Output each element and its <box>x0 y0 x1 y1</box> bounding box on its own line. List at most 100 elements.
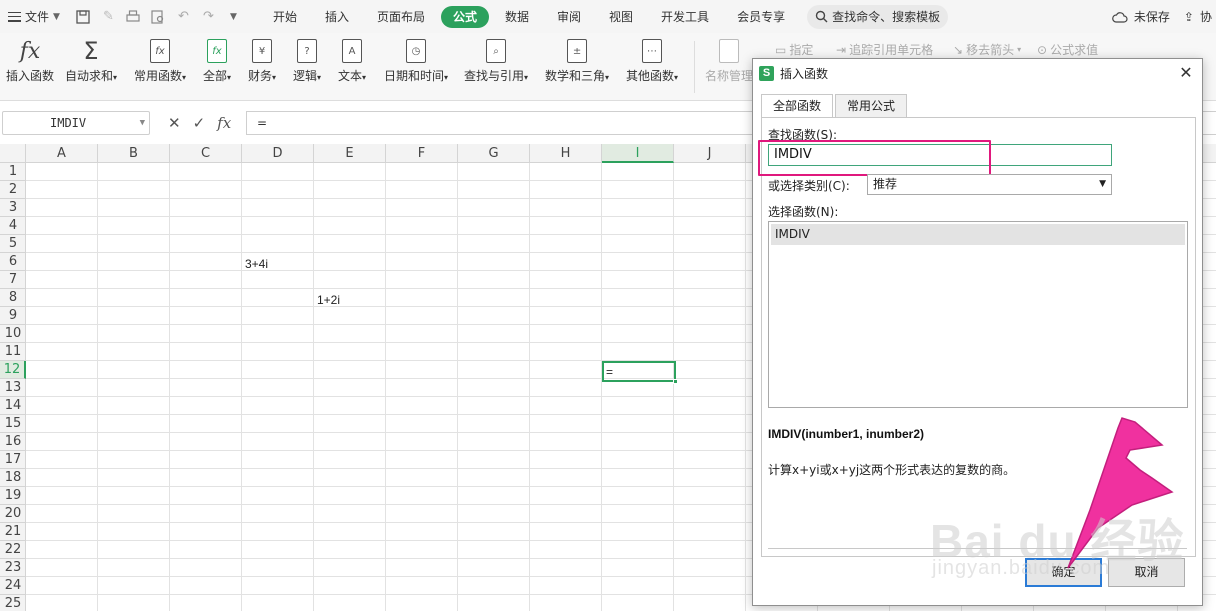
category-select[interactable]: 推荐 ▼ <box>867 174 1112 195</box>
tab-page-layout[interactable]: 页面布局 <box>365 6 437 28</box>
row-header[interactable]: 12 <box>0 361 26 379</box>
tab-insert[interactable]: 插入 <box>313 6 361 28</box>
save-icon[interactable] <box>76 9 91 24</box>
other-functions-button[interactable]: ⋯ 其他函数▾ <box>626 37 678 85</box>
tab-all-functions[interactable]: 全部函数 <box>761 94 834 118</box>
redo-icon[interactable]: ↷ <box>201 9 216 24</box>
formula-eval-button[interactable]: ⊙ 公式求值 <box>1037 41 1098 58</box>
cell-d6[interactable]: 3+4i <box>245 257 268 271</box>
row-header[interactable]: 5 <box>0 235 26 253</box>
dialog-title-bar[interactable]: S 插入函数 <box>753 59 1202 87</box>
share-icon[interactable]: ⇪ <box>1184 10 1194 24</box>
column-header[interactable]: G <box>458 144 530 163</box>
file-menu[interactable]: 文件 ▼ <box>0 0 66 33</box>
confirm-formula-icon[interactable]: ✓ <box>193 114 206 132</box>
close-icon[interactable]: ✕ <box>1176 63 1196 83</box>
autosum-button[interactable]: Σ 自动求和▾ <box>65 37 117 85</box>
column-header[interactable]: C <box>170 144 242 163</box>
name-box[interactable]: IMDIV ▼ <box>2 111 150 135</box>
remove-arrows-button[interactable]: ↘ 移去箭头 ▾ <box>953 41 1021 58</box>
select-all-corner[interactable] <box>0 144 26 163</box>
other-functions-icon: ⋯ <box>638 37 666 65</box>
command-search[interactable]: 查找命令、搜索模板 <box>807 4 949 29</box>
row-header[interactable]: 7 <box>0 271 26 289</box>
name-manager-button[interactable]: 名称管理 <box>705 37 753 83</box>
cancel-formula-icon[interactable]: ✕ <box>168 114 181 132</box>
insert-function-button[interactable]: fx 插入函数 <box>6 37 54 84</box>
row-header[interactable]: 17 <box>0 451 26 469</box>
row-header[interactable]: 2 <box>0 181 26 199</box>
row-header[interactable]: 9 <box>0 307 26 325</box>
function-list[interactable]: IMDIV <box>768 221 1188 408</box>
text-functions-button[interactable]: A 文本▾ <box>338 37 366 85</box>
print-icon[interactable] <box>126 9 141 24</box>
row-header[interactable]: 24 <box>0 577 26 595</box>
row-header[interactable]: 22 <box>0 541 26 559</box>
row-header[interactable]: 11 <box>0 343 26 361</box>
row-header[interactable]: 21 <box>0 523 26 541</box>
row-header[interactable]: 8 <box>0 289 26 307</box>
tab-review[interactable]: 审阅 <box>545 6 593 28</box>
row-header[interactable]: 18 <box>0 469 26 487</box>
logic-button[interactable]: ? 逻辑▾ <box>293 37 321 85</box>
unsaved-status[interactable]: 未保存 <box>1134 8 1170 25</box>
tab-developer[interactable]: 开发工具 <box>649 6 721 28</box>
row-header[interactable]: 6 <box>0 253 26 271</box>
column-header[interactable]: H <box>530 144 602 163</box>
row-header[interactable]: 13 <box>0 379 26 397</box>
fx-icon[interactable]: fx <box>217 114 231 132</box>
column-header[interactable]: F <box>386 144 458 163</box>
row-header[interactable]: 4 <box>0 217 26 235</box>
column-header[interactable]: D <box>242 144 314 163</box>
menu-bar: 文件 ▼ ✎ ↶ ↷ ▼ 开始 插入 页面布局 公式 数据 审阅 视图 开发工具… <box>0 0 1216 33</box>
row-header[interactable]: 20 <box>0 505 26 523</box>
category-select-value: 推荐 <box>873 177 898 191</box>
ok-button[interactable]: 确定 <box>1025 558 1102 587</box>
tab-home[interactable]: 开始 <box>261 6 309 28</box>
list-item[interactable]: IMDIV <box>771 224 1185 245</box>
row-header[interactable]: 10 <box>0 325 26 343</box>
format-painter-icon[interactable]: ✎ <box>101 9 116 24</box>
column-header[interactable]: A <box>26 144 98 163</box>
trace-precedents-button[interactable]: ⇥ 追踪引用单元格 <box>836 41 933 58</box>
customize-toolbar-icon[interactable]: ▼ <box>226 9 241 24</box>
active-cell-i12[interactable]: = <box>602 361 678 384</box>
tab-common-formulas[interactable]: 常用公式 <box>835 94 908 117</box>
fill-handle[interactable] <box>673 379 678 384</box>
assign-name-button[interactable]: ▭ 指定 <box>775 41 813 58</box>
row-header[interactable]: 3 <box>0 199 26 217</box>
finance-button[interactable]: ¥ 财务▾ <box>248 37 276 85</box>
column-header[interactable]: E <box>314 144 386 163</box>
common-functions-button[interactable]: fx 常用函数▾ <box>134 37 186 85</box>
chevron-down-icon[interactable]: ▼ <box>140 112 145 134</box>
finance-icon: ¥ <box>248 37 276 65</box>
tab-member[interactable]: 会员专享 <box>725 6 797 28</box>
cancel-button[interactable]: 取消 <box>1108 558 1185 587</box>
row-header[interactable]: 23 <box>0 559 26 577</box>
share-label[interactable]: 协 <box>1200 8 1212 25</box>
ribbon-separator <box>694 41 695 93</box>
row-header[interactable]: 14 <box>0 397 26 415</box>
undo-icon[interactable]: ↶ <box>176 9 191 24</box>
column-header[interactable]: B <box>98 144 170 163</box>
print-preview-icon[interactable] <box>151 9 166 24</box>
fx-icon: fx <box>19 38 41 64</box>
row-header[interactable]: 25 <box>0 595 26 611</box>
column-header[interactable]: I <box>602 144 674 163</box>
row-header[interactable]: 16 <box>0 433 26 451</box>
row-header[interactable]: 19 <box>0 487 26 505</box>
active-cell-value: = <box>606 365 614 379</box>
all-functions-button[interactable]: fx 全部▾ <box>203 37 231 85</box>
datetime-button[interactable]: ◷ 日期和时间▾ <box>384 37 448 85</box>
lookup-button[interactable]: ⌕ 查找与引用▾ <box>464 37 528 85</box>
common-functions-icon: fx <box>146 37 174 65</box>
math-button[interactable]: ± 数学和三角▾ <box>545 37 609 85</box>
row-header[interactable]: 15 <box>0 415 26 433</box>
tab-view[interactable]: 视图 <box>597 6 645 28</box>
column-header[interactable]: J <box>674 144 746 163</box>
row-header[interactable]: 1 <box>0 163 26 181</box>
cell-e8[interactable]: 1+2i <box>317 293 340 307</box>
cloud-icon[interactable] <box>1112 11 1128 23</box>
tab-data[interactable]: 数据 <box>493 6 541 28</box>
tab-formulas[interactable]: 公式 <box>440 5 489 28</box>
